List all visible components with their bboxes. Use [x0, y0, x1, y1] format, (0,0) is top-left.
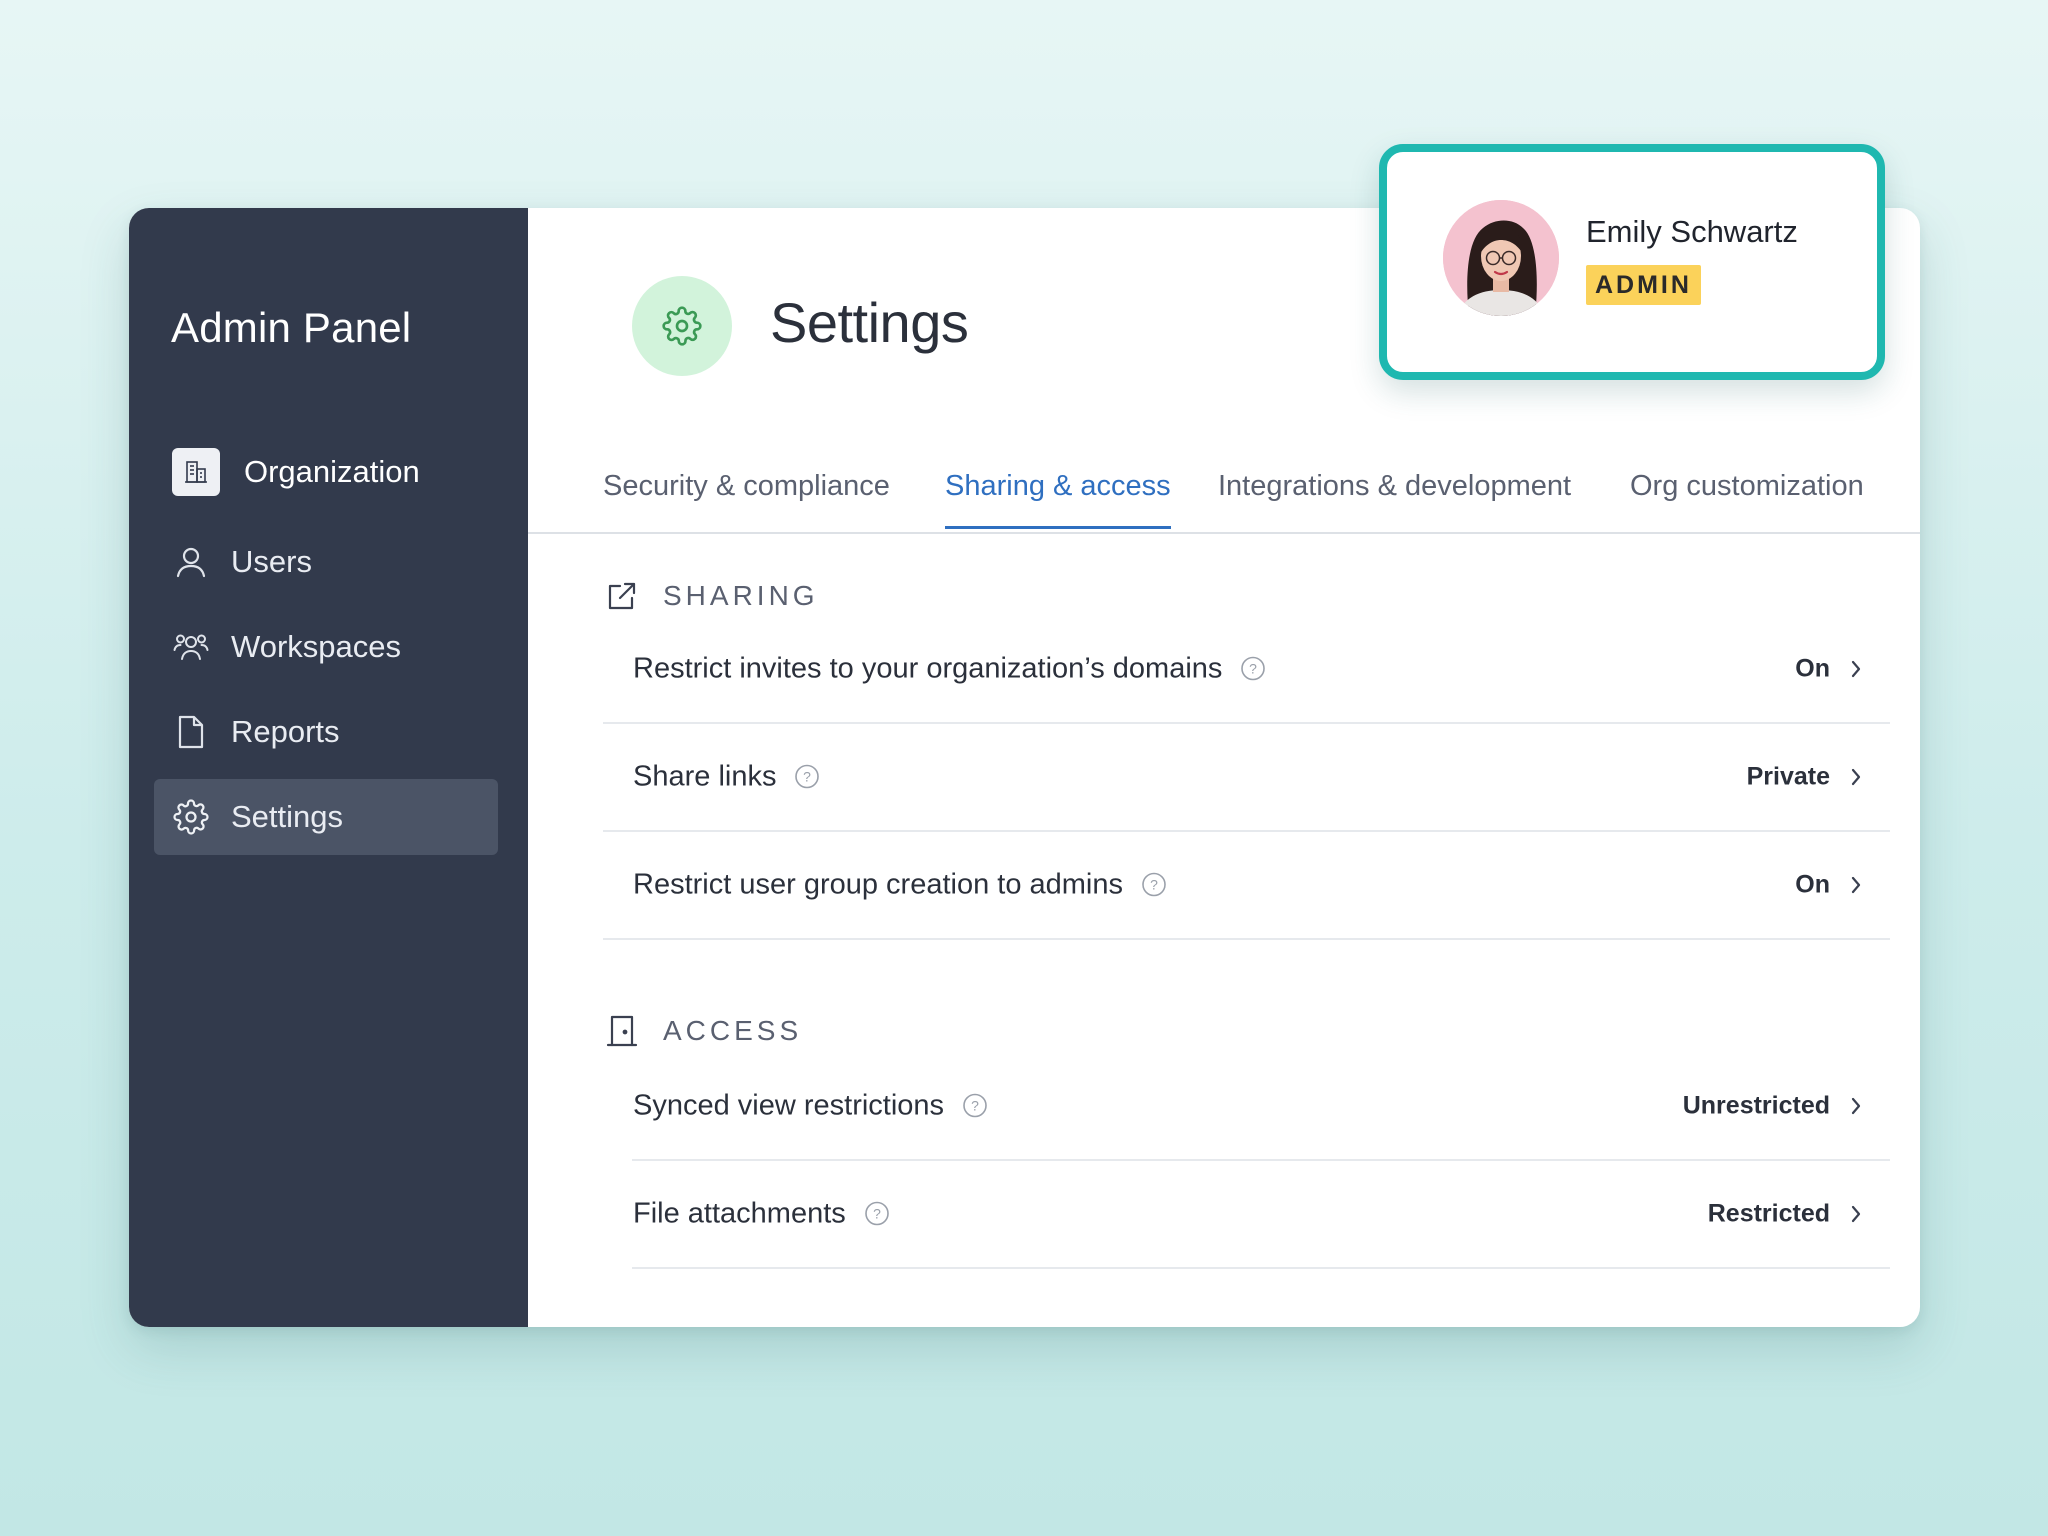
setting-row-share-links[interactable]: Share links ? Private [603, 723, 1890, 832]
section-title: ACCESS [663, 1015, 803, 1046]
page-title: Settings [770, 291, 969, 354]
sidebar-item-organization[interactable]: Organization [154, 434, 498, 510]
help-icon[interactable]: ? [864, 1201, 890, 1227]
setting-value: On [1795, 870, 1830, 898]
chevron-right-icon [1846, 1203, 1866, 1225]
setting-value: Restricted [1707, 1199, 1830, 1227]
chevron-right-icon [1846, 874, 1866, 896]
door-icon [605, 1014, 639, 1048]
chevron-right-icon [1846, 766, 1866, 788]
users-group-icon [173, 629, 209, 665]
sidebar-item-label: Organization [244, 454, 420, 489]
role-badge: ADMIN [1586, 265, 1701, 305]
tab-integrations-development[interactable]: Integrations & development [1218, 470, 1571, 503]
tab-org-customization[interactable]: Org customization [1630, 470, 1864, 503]
avatar [1443, 200, 1559, 316]
help-icon[interactable]: ? [962, 1093, 988, 1119]
document-icon [173, 714, 209, 750]
tab-security-compliance[interactable]: Security & compliance [603, 470, 890, 503]
section-title: SHARING [663, 580, 819, 611]
sidebar-item-workspaces[interactable]: Workspaces [154, 609, 498, 685]
svg-text:?: ? [971, 1098, 979, 1114]
setting-value: Private [1746, 762, 1830, 790]
profile-name: Emily Schwartz [1586, 214, 1798, 249]
chevron-right-icon [1846, 658, 1866, 680]
chevron-right-icon [1846, 1095, 1866, 1117]
setting-label: File attachments ? [633, 1197, 890, 1230]
settings-tabs: Security & compliance Sharing & access I… [528, 460, 1920, 534]
sidebar-item-users[interactable]: Users [154, 524, 498, 600]
help-icon[interactable]: ? [1141, 872, 1167, 898]
help-icon[interactable]: ? [1240, 656, 1266, 682]
sidebar-title: Admin Panel [171, 304, 412, 351]
svg-text:?: ? [1150, 877, 1158, 893]
setting-label: Restrict invites to your organization’s … [633, 652, 1266, 685]
svg-text:?: ? [873, 1206, 881, 1222]
setting-label: Share links ? [633, 760, 820, 793]
sidebar: Admin Panel Organization Users Workspace… [129, 208, 528, 1327]
gear-icon [173, 799, 209, 835]
sidebar-item-label: Reports [231, 714, 340, 749]
external-link-icon [605, 579, 639, 613]
sidebar-item-label: Users [231, 544, 312, 579]
setting-value: On [1795, 654, 1830, 682]
settings-header-icon [632, 276, 732, 376]
access-section-header: ACCESS [605, 1014, 802, 1048]
help-icon[interactable]: ? [794, 764, 820, 790]
setting-row-file-attachments[interactable]: File attachments ? Restricted [632, 1160, 1890, 1269]
sidebar-item-label: Workspaces [231, 629, 401, 664]
sidebar-item-settings[interactable]: Settings [154, 779, 498, 855]
building-icon [172, 448, 220, 496]
gear-icon [662, 306, 702, 346]
setting-row-synced-view[interactable]: Synced view restrictions ? Unrestricted [632, 1052, 1890, 1161]
tab-sharing-access[interactable]: Sharing & access [945, 470, 1171, 529]
user-icon [173, 544, 209, 580]
user-profile-card[interactable]: Emily Schwartz ADMIN [1379, 144, 1885, 380]
setting-value: Unrestricted [1682, 1091, 1830, 1119]
setting-label: Synced view restrictions ? [633, 1089, 988, 1122]
svg-text:?: ? [804, 769, 812, 785]
setting-label: Restrict user group creation to admins ? [633, 868, 1167, 901]
svg-text:?: ? [1250, 661, 1258, 677]
setting-row-restrict-invites[interactable]: Restrict invites to your organization’s … [603, 615, 1890, 724]
setting-row-restrict-user-groups[interactable]: Restrict user group creation to admins ?… [603, 831, 1890, 940]
sidebar-item-reports[interactable]: Reports [154, 694, 498, 770]
sidebar-item-label: Settings [231, 799, 344, 834]
sharing-section-header: SHARING [605, 579, 819, 613]
